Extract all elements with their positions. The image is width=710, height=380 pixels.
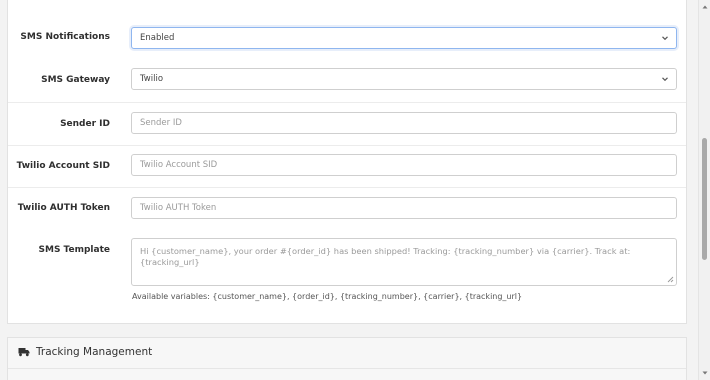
- vertical-scrollbar[interactable]: [698, 0, 710, 380]
- truck-icon: [18, 348, 30, 357]
- sms-gateway-label: SMS Gateway: [41, 75, 110, 85]
- sms-notifications-row: SMS Notifications Enabled: [8, 18, 686, 63]
- sms-template-value: Hi {customer_name}, your order #{order_i…: [140, 246, 631, 267]
- sender-id-row: Sender ID Sender ID: [8, 102, 686, 145]
- sms-gateway-row: SMS Gateway Twilio: [8, 63, 686, 102]
- sms-notifications-value: Enabled: [140, 33, 175, 43]
- twilio-account-sid-placeholder: Twilio Account SID: [140, 160, 218, 170]
- settings-viewport: SMS Notifications Enabled SMS Gateway Tw…: [0, 0, 710, 380]
- sms-template-help: Available variables: {customer_name}, {o…: [132, 292, 523, 301]
- tracking-management-panel: Tracking Management: [7, 337, 687, 380]
- scroll-up-icon[interactable]: [701, 3, 709, 11]
- sms-template-textarea[interactable]: Hi {customer_name}, your order #{order_i…: [131, 238, 677, 286]
- twilio-auth-token-placeholder: Twilio AUTH Token: [140, 203, 217, 213]
- tracking-management-title: Tracking Management: [36, 346, 153, 358]
- sms-gateway-select[interactable]: Twilio: [131, 68, 677, 90]
- sender-id-placeholder: Sender ID: [140, 118, 182, 128]
- twilio-auth-token-row: Twilio AUTH Token Twilio AUTH Token: [8, 187, 686, 233]
- resize-handle-icon[interactable]: [666, 275, 674, 283]
- scroll-down-icon[interactable]: [701, 369, 709, 377]
- tracking-management-header[interactable]: Tracking Management: [18, 346, 152, 358]
- scrollbar-thumb[interactable]: [702, 138, 707, 260]
- twilio-auth-token-input[interactable]: Twilio AUTH Token: [131, 197, 677, 219]
- sender-id-label: Sender ID: [60, 119, 110, 129]
- twilio-account-sid-row: Twilio Account SID Twilio Account SID: [8, 145, 686, 187]
- sms-settings-panel: SMS Notifications Enabled SMS Gateway Tw…: [7, 0, 687, 324]
- sms-template-label: SMS Template: [38, 245, 111, 255]
- sms-gateway-value: Twilio: [140, 74, 164, 84]
- twilio-account-sid-input[interactable]: Twilio Account SID: [131, 154, 677, 176]
- twilio-auth-token-label: Twilio AUTH Token: [17, 203, 110, 213]
- sender-id-input[interactable]: Sender ID: [131, 112, 677, 134]
- sms-notifications-label: SMS Notifications: [20, 32, 110, 42]
- chevron-down-icon: [662, 36, 668, 41]
- chevron-down-icon: [662, 77, 668, 82]
- sms-notifications-select[interactable]: Enabled: [131, 27, 677, 49]
- panel-divider: [8, 368, 686, 369]
- sms-template-row: SMS Template Hi {customer_name}, your or…: [8, 233, 686, 313]
- twilio-account-sid-label: Twilio Account SID: [16, 161, 110, 171]
